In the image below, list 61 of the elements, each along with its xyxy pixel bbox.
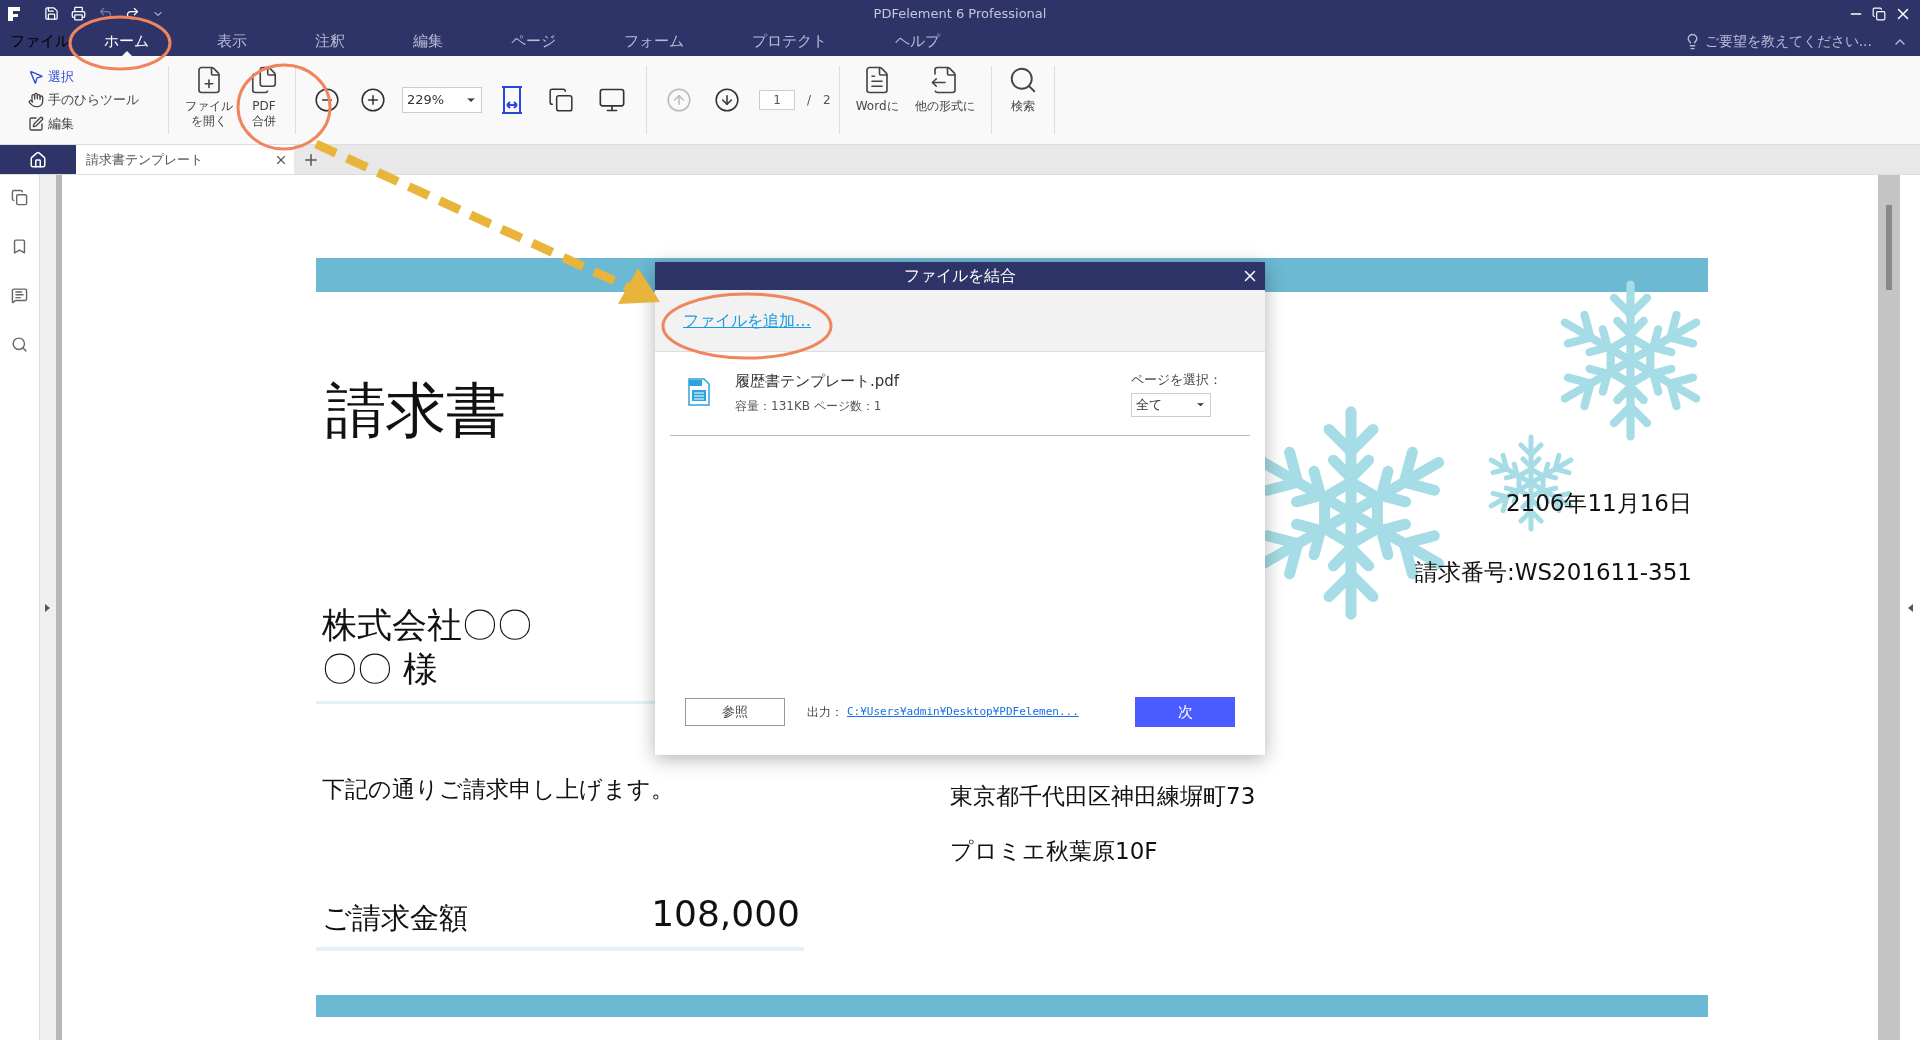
tool-mode-button[interactable]: 編集 — [28, 113, 152, 134]
search-panel-icon[interactable] — [11, 336, 28, 353]
document-tab[interactable]: 請求書テンプレート — [76, 145, 294, 174]
dialog-title: ファイルを結合 — [904, 265, 1016, 287]
tool-icon — [28, 68, 44, 85]
zoom-out-icon[interactable] — [314, 87, 340, 113]
page-separator: / — [807, 92, 812, 109]
output-label: 出力： — [807, 704, 843, 721]
next-button[interactable]: 次 — [1135, 697, 1235, 727]
message-text: 下記の通りご請求申し上げます。 — [321, 775, 675, 804]
ribbon-button[interactable]: Wordに — [847, 61, 907, 139]
files-icon — [249, 65, 279, 95]
ribbon-button[interactable]: ファイル を開く — [177, 61, 241, 139]
page-number-field[interactable]: 1 — [759, 90, 795, 110]
print-icon[interactable] — [71, 6, 86, 21]
pages-panel-icon[interactable] — [11, 189, 28, 206]
home-icon — [29, 150, 47, 169]
bookmark-icon[interactable] — [11, 238, 28, 255]
window-title: PDFelement 6 Professional — [873, 4, 1047, 23]
tool-mode-button[interactable]: 手のひらツール — [28, 90, 152, 110]
zoom-in-icon[interactable] — [360, 87, 386, 113]
collapse-panel-icon[interactable] — [1907, 603, 1913, 612]
address-text: 東京都千代田区神田練塀町73 プロミエ秋葉原10F — [950, 782, 1256, 866]
home-tab[interactable] — [0, 145, 76, 174]
help-search-field[interactable]: ご要望を教えてください... — [1683, 31, 1872, 52]
menu-tab[interactable]: ヘルプ — [861, 27, 974, 56]
save-icon[interactable] — [44, 6, 59, 21]
file-name: 履歴書テンプレート.pdf — [735, 371, 900, 392]
file-details: 容量：131KB ページ数：1 — [735, 397, 883, 415]
amount-value: 108,000 — [651, 891, 800, 936]
menu-tab[interactable]: フォーム — [590, 27, 718, 56]
fit-width-icon[interactable] — [500, 85, 524, 115]
pdf-file-icon — [688, 378, 710, 406]
ribbon-button[interactable]: 検索 — [999, 61, 1046, 139]
pages-icon[interactable] — [548, 87, 574, 113]
expand-panel-icon[interactable] — [45, 603, 51, 612]
document-title: 請求書 — [326, 380, 506, 440]
arrow-down-icon[interactable] — [714, 87, 740, 113]
restore-icon[interactable] — [1872, 6, 1886, 21]
ribbon-button[interactable]: 他の形式に — [906, 61, 983, 139]
scrollbar-thumb[interactable] — [1886, 205, 1892, 290]
page-total: 2 — [823, 92, 831, 109]
menu-tab[interactable]: ページ — [477, 27, 590, 56]
menu-tab[interactable]: 表示 — [183, 27, 281, 56]
invoice-number: 請求番号:WS201611-351 — [1414, 557, 1692, 587]
date-text: 2106年11月16日 — [1505, 489, 1692, 518]
zoom-dropdown[interactable]: 229% — [402, 87, 482, 113]
app-logo-icon — [8, 6, 20, 21]
tool-mode-button[interactable]: 選択 — [28, 66, 152, 87]
comment-icon[interactable] — [11, 287, 28, 304]
browse-button[interactable]: 参照 — [685, 698, 785, 726]
monitor-icon[interactable] — [598, 86, 626, 114]
amount-label: ご請求金額 — [322, 900, 468, 937]
page-select-dropdown[interactable]: 全て — [1131, 392, 1211, 417]
output-path-link[interactable]: C:¥Users¥admin¥Desktop¥PDFelemen... — [847, 703, 1079, 721]
page-select-label: ページを選択： — [1131, 371, 1222, 389]
menu-tab[interactable]: プロテクト — [718, 27, 861, 56]
tool-icon — [28, 92, 44, 108]
menu-tab[interactable]: 編集 — [379, 27, 477, 56]
tool-icon — [28, 115, 44, 132]
menu-tab[interactable]: 注釈 — [281, 27, 379, 56]
